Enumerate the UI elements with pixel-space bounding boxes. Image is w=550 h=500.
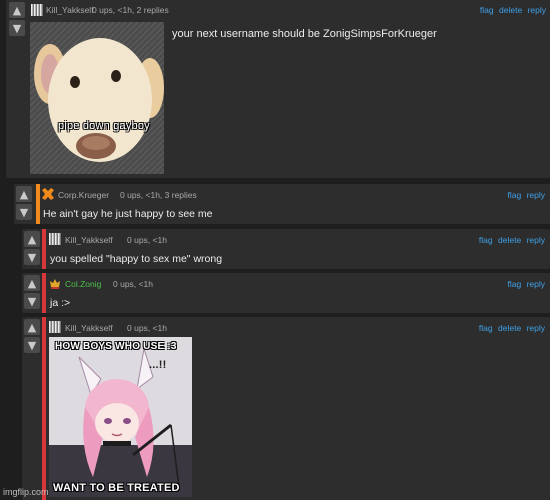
vote-controls: ▲ ▼ bbox=[9, 2, 25, 38]
flag-link[interactable]: flag bbox=[479, 323, 493, 333]
comment-3: ▲ ▼ Kill_Yakkself 0 ups, <1h flag delete… bbox=[22, 229, 550, 269]
username[interactable]: Corp.Krueger bbox=[58, 190, 109, 200]
flag-link[interactable]: flag bbox=[507, 279, 521, 289]
vote-controls: ▲ ▼ bbox=[24, 231, 40, 267]
comment-text: ja :> bbox=[50, 297, 71, 309]
comment-meta: 0 ups, <1h bbox=[113, 279, 153, 289]
upvote-arrow-icon[interactable]: ▲ bbox=[24, 231, 40, 247]
vote-controls: ▲ ▼ bbox=[16, 186, 32, 222]
reply-link[interactable]: reply bbox=[527, 323, 545, 333]
comment-meta: 0 ups, <1h, 2 replies bbox=[92, 5, 169, 15]
upvote-arrow-icon[interactable]: ▲ bbox=[9, 2, 25, 18]
comment-actions: flag delete reply bbox=[476, 235, 545, 245]
meme-sfx-text: ...!! bbox=[149, 359, 167, 371]
avatar bbox=[42, 188, 54, 200]
downvote-arrow-icon[interactable]: ▼ bbox=[24, 249, 40, 265]
dog-image bbox=[30, 22, 164, 174]
imgflip-watermark: imgflip.com bbox=[3, 487, 49, 497]
reply-link[interactable]: reply bbox=[527, 279, 545, 289]
avatar bbox=[31, 4, 43, 16]
comment-actions: flag delete reply bbox=[476, 323, 545, 333]
meme-top-caption: HOW BOYS WHO USE :3 bbox=[55, 341, 177, 352]
comment-text: He ain't gay he just happy to see me bbox=[43, 208, 213, 220]
thread-accent-bar bbox=[42, 273, 46, 313]
reply-link[interactable]: reply bbox=[527, 190, 545, 200]
avatar bbox=[49, 233, 61, 245]
thread-accent-bar bbox=[42, 317, 46, 500]
flag-link[interactable]: flag bbox=[507, 190, 521, 200]
thread-accent-bar bbox=[42, 229, 46, 269]
flag-link[interactable]: flag bbox=[480, 5, 494, 15]
delete-link[interactable]: delete bbox=[499, 5, 522, 15]
thread-accent-bar bbox=[36, 184, 40, 224]
comment-2: ▲ ▼ Corp.Krueger 0 ups, <1h, 3 replies f… bbox=[14, 184, 550, 224]
comment-meta: 0 ups, <1h bbox=[127, 323, 167, 333]
meme-bottom-caption: WANT TO BE TREATED bbox=[53, 482, 180, 494]
upvote-arrow-icon[interactable]: ▲ bbox=[24, 275, 40, 291]
username[interactable]: Kill_Yakkself bbox=[46, 5, 94, 15]
comment-actions: flag reply bbox=[504, 279, 545, 289]
downvote-arrow-icon[interactable]: ▼ bbox=[24, 337, 40, 353]
delete-link[interactable]: delete bbox=[498, 235, 521, 245]
comment-actions: flag delete reply bbox=[477, 5, 546, 15]
comment-4: ▲ ▼ Col.Zonig 0 ups, <1h flag reply ja :… bbox=[22, 273, 550, 313]
comment-image[interactable]: pipe down gayboy bbox=[30, 22, 164, 174]
avatar bbox=[50, 279, 60, 289]
downvote-arrow-icon[interactable]: ▼ bbox=[16, 204, 32, 220]
comment-meta: 0 ups, <1h, 3 replies bbox=[120, 190, 197, 200]
reply-link[interactable]: reply bbox=[528, 5, 546, 15]
flag-link[interactable]: flag bbox=[479, 235, 493, 245]
username[interactable]: Kill_Yakkself bbox=[65, 235, 113, 245]
comment-image[interactable]: HOW BOYS WHO USE :3 ...!! WANT TO BE TRE… bbox=[49, 337, 192, 497]
delete-link[interactable]: delete bbox=[498, 323, 521, 333]
upvote-arrow-icon[interactable]: ▲ bbox=[16, 186, 32, 202]
comment-text: your next username should be ZonigSimpsF… bbox=[172, 28, 437, 40]
downvote-arrow-icon[interactable]: ▼ bbox=[24, 293, 40, 309]
comment-5: ▲ ▼ Kill_Yakkself 0 ups, <1h flag delete… bbox=[22, 317, 550, 500]
comment-meta: 0 ups, <1h bbox=[127, 235, 167, 245]
comment-text: you spelled "happy to sex me" wrong bbox=[50, 253, 223, 265]
vote-controls: ▲ ▼ bbox=[24, 275, 40, 311]
image-caption: pipe down gayboy bbox=[58, 120, 150, 132]
vote-controls: ▲ ▼ bbox=[24, 319, 40, 355]
upvote-arrow-icon[interactable]: ▲ bbox=[24, 319, 40, 335]
reply-link[interactable]: reply bbox=[527, 235, 545, 245]
downvote-arrow-icon[interactable]: ▼ bbox=[9, 20, 25, 36]
username[interactable]: Col.Zonig bbox=[65, 279, 101, 289]
avatar bbox=[49, 321, 61, 333]
username[interactable]: Kill_Yakkself bbox=[65, 323, 113, 333]
comment-1: ▲ ▼ Kill_Yakkself 0 ups, <1h, 2 replies … bbox=[6, 0, 550, 178]
anime-meme-image bbox=[49, 337, 192, 497]
comment-actions: flag reply bbox=[504, 190, 545, 200]
